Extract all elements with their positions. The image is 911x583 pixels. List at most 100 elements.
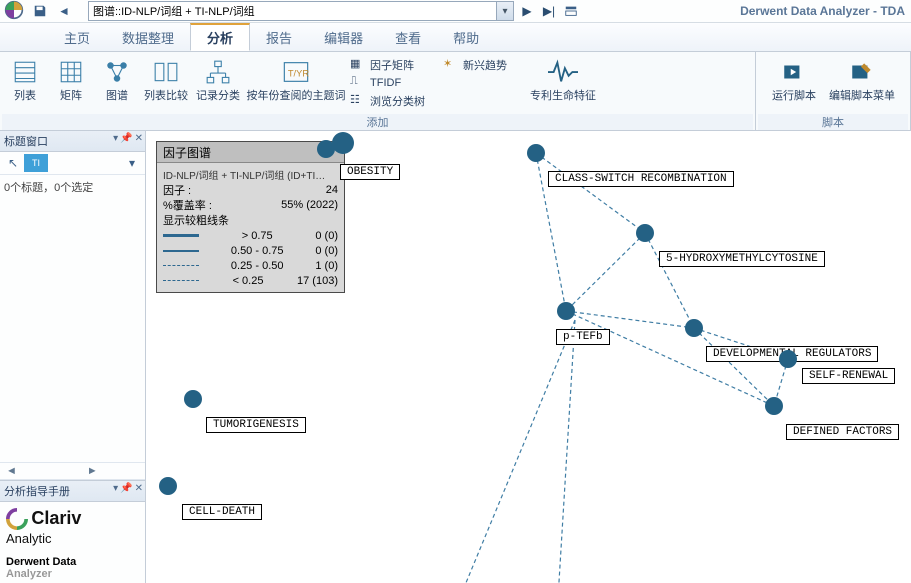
scroll-right-icon[interactable]: ► — [87, 465, 98, 477]
legend-coverage-value: 55% (2022) — [281, 199, 338, 211]
graph-node-defined[interactable] — [765, 397, 783, 415]
folder-tree-icon: ☷ — [350, 93, 366, 109]
pane-header-title-window[interactable]: 标题窗口 ▾ 📌 ✕ — [0, 131, 145, 152]
graph-node-label-defined[interactable]: DEFINED FACTORS — [786, 424, 899, 440]
tree-icon — [202, 56, 234, 88]
graph-canvas[interactable]: 因子图谱 ID-NLP/词组 + TI-NLP/词组 (ID+TI… 因子 : … — [146, 131, 911, 583]
legend-factors-label: 因子 : — [163, 182, 191, 198]
title-window-body: 0个标题，0个选定 — [0, 175, 145, 462]
title-window-toolbar: ↖ TI ▾ — [0, 152, 145, 175]
scroll-left-icon[interactable]: ◄ — [6, 465, 17, 477]
btn-tfidf[interactable]: ⎍ TFIDF — [348, 74, 431, 92]
ribbon-group-script-label: 脚本 — [758, 114, 908, 130]
tab-view[interactable]: 查看 — [379, 23, 437, 51]
btn-run-script[interactable]: 运行脚本 — [765, 54, 823, 112]
btn-record-class[interactable]: 记录分类 — [192, 54, 244, 112]
brand-line2: Analytic — [6, 531, 139, 546]
workspace: 标题窗口 ▾ 📌 ✕ ↖ TI ▾ 0个标题，0个选定 ◄ ► 分析指导手册 — [0, 131, 911, 583]
brand-derwent-1: Derwent Data — [6, 556, 139, 568]
undo-icon[interactable]: ◄ — [54, 1, 74, 21]
close-icon[interactable]: ✕ — [135, 483, 143, 494]
btn-matrix[interactable]: 矩阵 — [48, 54, 94, 112]
graph-node-devreg[interactable] — [685, 319, 703, 337]
legend-factors-value: 24 — [326, 184, 338, 196]
tab-data[interactable]: 数据整理 — [106, 23, 190, 51]
ribbon-group-add-label: 添加 — [2, 114, 753, 130]
graph-node-hydroxy[interactable] — [636, 224, 654, 242]
year-topic-icon: T/YR — [280, 56, 312, 88]
btn-factor-matrix[interactable]: ▦ 因子矩阵 — [348, 56, 431, 74]
graph-node-label-celldeath[interactable]: CELL-DEATH — [182, 504, 262, 520]
tab-home[interactable]: 主页 — [48, 23, 106, 51]
brand-line1: Clariv — [31, 508, 81, 528]
tab-editor[interactable]: 编辑器 — [308, 23, 379, 51]
pulse-icon — [547, 56, 579, 88]
app-icon — [4, 0, 26, 22]
chevron-down-icon[interactable]: ▾ — [123, 154, 141, 172]
ribbon-group-add: 列表 矩阵 图谱 列表比较 — [0, 52, 756, 130]
graph-node-pTEFb[interactable] — [557, 302, 575, 320]
play-script-icon — [778, 56, 810, 88]
legend-thicklines: 显示较粗线条 — [163, 212, 338, 228]
graph-node-class[interactable] — [527, 144, 545, 162]
title-window-status: 0个标题，0个选定 — [4, 182, 93, 194]
compare-icon — [150, 56, 182, 88]
network-icon — [101, 56, 133, 88]
left-scroll-indicator[interactable]: ◄ ► — [0, 462, 145, 480]
graph-node-label-class[interactable]: CLASS-SWITCH RECOMBINATION — [548, 171, 734, 187]
graph-node-obesity[interactable] — [317, 140, 335, 158]
btn-topic-by-year[interactable]: T/YR 按年份查阅的主题词 — [244, 54, 348, 112]
chevron-down-icon[interactable]: ▾ — [496, 2, 513, 20]
menubar: 主页 数据整理 分析 报告 编辑器 查看 帮助 — [0, 23, 911, 52]
pane-header-guide[interactable]: 分析指导手册 ▾ 📌 ✕ — [0, 481, 145, 502]
btn-browse-tree[interactable]: ☷ 浏览分类树 — [348, 92, 431, 110]
btn-list-compare[interactable]: 列表比较 — [140, 54, 192, 112]
context-dropdown-label: 图谱::ID-NLP/词组 + TI-NLP/词组 — [93, 3, 255, 19]
tab-analysis[interactable]: 分析 — [190, 23, 250, 51]
graph-node-label-pTEFb[interactable]: p-TEFb — [556, 329, 610, 345]
clarivate-logo-icon — [6, 508, 28, 533]
brand-derwent-2: Analyzer — [6, 568, 139, 580]
menu-chevron-icon[interactable]: ▾ — [113, 483, 118, 494]
btn-list[interactable]: 列表 — [2, 54, 48, 112]
ribbon-group-script: 运行脚本 编辑脚本菜单 脚本 — [756, 52, 911, 130]
menu-chevron-icon[interactable]: ▾ — [113, 133, 118, 144]
graph-node-label-tumor[interactable]: TUMORIGENESIS — [206, 417, 306, 433]
list-icon — [9, 56, 41, 88]
skip-forward-icon[interactable]: ▶| — [540, 2, 558, 20]
left-column: 标题窗口 ▾ 📌 ✕ ↖ TI ▾ 0个标题，0个选定 ◄ ► 分析指导手册 — [0, 131, 146, 583]
ti-badge[interactable]: TI — [24, 154, 48, 172]
guide-body: Clariv Analytic Derwent Data Analyzer — [0, 502, 145, 583]
tab-help[interactable]: 帮助 — [437, 23, 495, 51]
graph-node-celldeath[interactable] — [159, 477, 177, 495]
graph-node-selfren[interactable] — [779, 350, 797, 368]
graph-node-label-obesity[interactable]: OBESITY — [340, 164, 400, 180]
graph-node-label-hydroxy[interactable]: 5-HYDROXYMETHYLCYTOSINE — [659, 251, 825, 267]
legend-panel[interactable]: 因子图谱 ID-NLP/词组 + TI-NLP/词组 (ID+TI… 因子 : … — [156, 141, 345, 293]
titlebar: ◄ 图谱::ID-NLP/词组 + TI-NLP/词组 ▾ ▶ ▶| Derwe… — [0, 0, 911, 23]
ribbon: 列表 矩阵 图谱 列表比较 — [0, 52, 911, 131]
legend-subtitle: ID-NLP/词组 + TI-NLP/词组 (ID+TI… — [163, 167, 338, 182]
tfidf-icon: ⎍ — [350, 75, 366, 91]
window-title: Derwent Data Analyzer - TDA — [740, 0, 905, 22]
cursor-icon[interactable]: ↖ — [4, 154, 22, 172]
edit-script-icon — [846, 56, 878, 88]
play-icon[interactable]: ▶ — [518, 2, 536, 20]
graph-node-label-selfren[interactable]: SELF-RENEWAL — [802, 368, 895, 384]
layout-options-icon[interactable] — [562, 2, 580, 20]
close-icon[interactable]: ✕ — [135, 133, 143, 144]
pin-icon[interactable]: 📌 — [120, 483, 132, 494]
btn-edit-script-menu[interactable]: 编辑脚本菜单 — [823, 54, 901, 112]
btn-emerging[interactable]: ✶ 新兴趋势 — [441, 56, 513, 74]
legend-origin-node — [332, 132, 354, 154]
matrix-icon — [55, 56, 87, 88]
btn-patent-life[interactable]: 专利生命特征 — [523, 54, 603, 112]
legend-title: 因子图谱 — [157, 142, 344, 163]
tab-report[interactable]: 报告 — [250, 23, 308, 51]
sparkle-icon: ✶ — [443, 57, 459, 73]
save-icon[interactable] — [30, 1, 50, 21]
graph-node-tumor[interactable] — [184, 390, 202, 408]
pin-icon[interactable]: 📌 — [120, 133, 132, 144]
btn-map[interactable]: 图谱 — [94, 54, 140, 112]
context-dropdown[interactable]: 图谱::ID-NLP/词组 + TI-NLP/词组 ▾ — [88, 1, 514, 21]
